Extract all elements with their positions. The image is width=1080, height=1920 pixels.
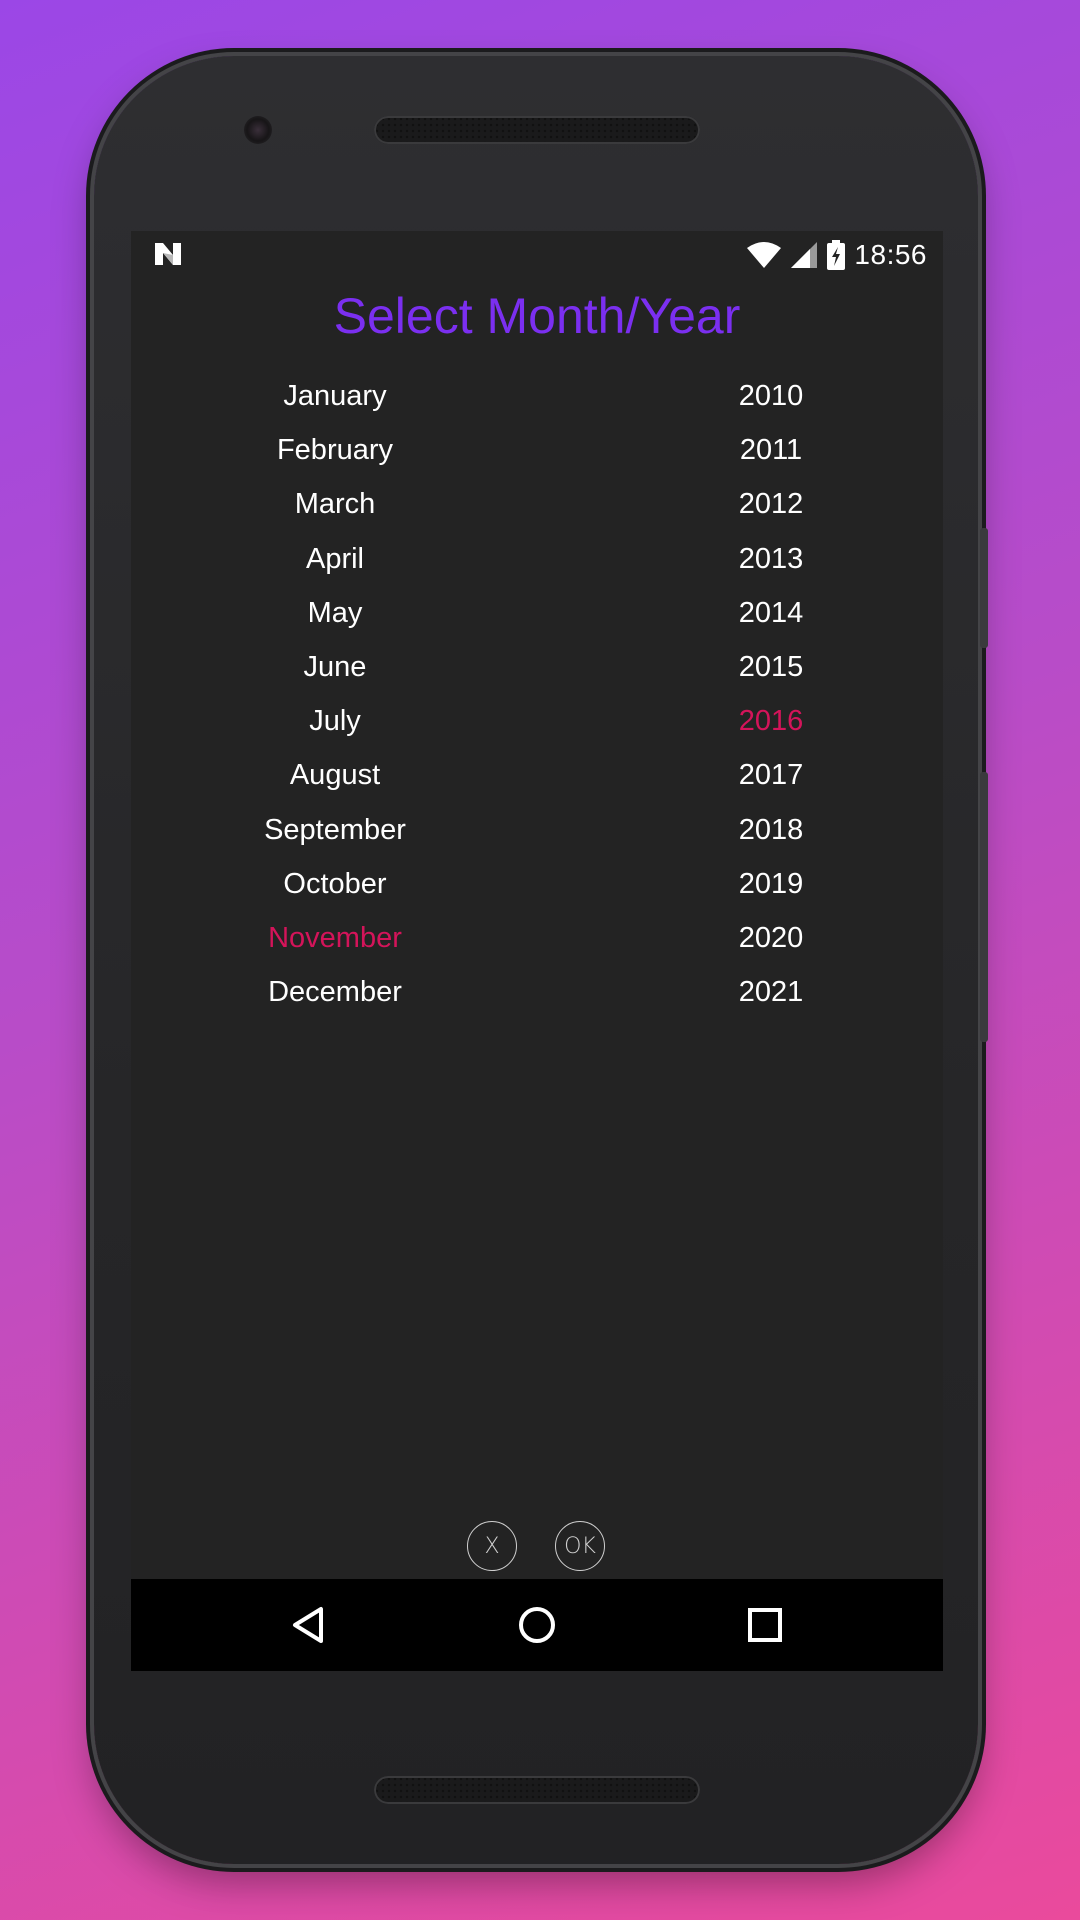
navigation-bar [131,1579,943,1671]
month-option[interactable]: February [205,423,465,477]
month-option[interactable]: June [205,640,465,694]
dialog-buttons: X OK [467,1521,605,1571]
year-option[interactable]: 2012 [691,477,851,531]
wifi-icon [747,242,782,268]
status-bar: 18:56 [131,231,943,279]
cancel-button[interactable]: X [467,1521,517,1571]
volume-button [980,772,988,1042]
year-option[interactable]: 2016 [691,694,851,748]
month-option[interactable]: October [205,857,465,911]
year-option[interactable]: 2017 [691,748,851,802]
back-button[interactable] [283,1599,335,1651]
year-option[interactable]: 2015 [691,640,851,694]
ok-button[interactable]: OK [555,1521,605,1571]
year-column: 2010 2011 2012 2013 2014 2015 2016 2017 … [691,369,851,1019]
recents-button[interactable] [739,1599,791,1651]
month-column: January February March April May June Ju… [205,369,465,1019]
month-option[interactable]: November [205,911,465,965]
year-option[interactable]: 2020 [691,911,851,965]
bottom-speaker [374,1776,700,1804]
month-option[interactable]: July [205,694,465,748]
recents-icon [748,1608,782,1642]
month-option[interactable]: May [205,586,465,640]
top-speaker [374,116,700,144]
home-button[interactable] [511,1599,563,1651]
month-option[interactable]: April [205,532,465,586]
month-option[interactable]: September [205,803,465,857]
month-option[interactable]: March [205,477,465,531]
month-option[interactable]: January [205,369,465,423]
screen: 18:56 Select Month/Year January February… [131,231,943,1671]
front-camera [244,116,272,144]
year-option[interactable]: 2011 [691,423,851,477]
signal-icon [791,242,818,268]
year-option[interactable]: 2014 [691,586,851,640]
year-option[interactable]: 2010 [691,369,851,423]
status-clock: 18:56 [854,239,927,270]
month-option[interactable]: August [205,748,465,802]
n-logo-icon [155,243,181,265]
year-option[interactable]: 2013 [691,532,851,586]
dialog-title: Select Month/Year [333,288,741,344]
power-button [980,528,988,648]
home-icon [519,1607,555,1643]
year-option[interactable]: 2019 [691,857,851,911]
battery-charging-icon [827,240,846,270]
year-option[interactable]: 2021 [691,965,851,1019]
month-option[interactable]: December [205,965,465,1019]
status-icons: 18:56 [746,239,927,271]
year-option[interactable]: 2018 [691,803,851,857]
back-icon [293,1607,323,1643]
